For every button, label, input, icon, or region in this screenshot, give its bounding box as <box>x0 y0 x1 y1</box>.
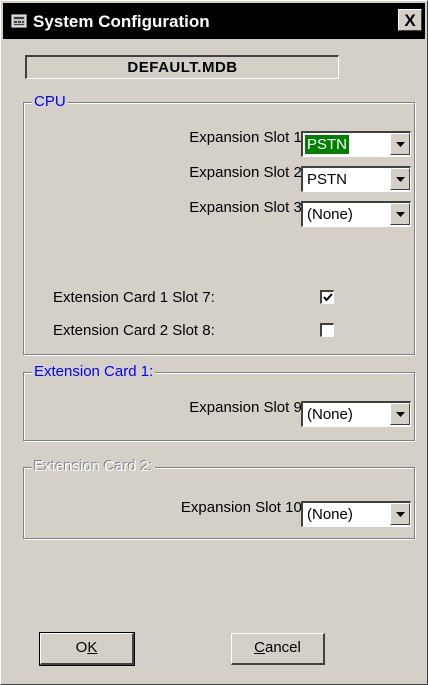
expansion-slot-1-value: PSTN <box>305 135 350 154</box>
window-title: System Configuration <box>33 12 210 31</box>
ok-button-label: K <box>87 639 98 656</box>
chevron-down-icon <box>396 177 405 182</box>
extension-card-1-slot-7-label: Extension Card 1 Slot 7: <box>53 289 215 306</box>
expansion-slot-2-label: Expansion Slot 2: <box>189 164 306 181</box>
system-configuration-window: System Configuration X DEFAULT.MDB CPU E… <box>0 0 428 685</box>
extension-card-1-slot-7-checkbox[interactable] <box>320 290 334 304</box>
expansion-slot-3-value: (None) <box>307 206 353 223</box>
close-icon: X <box>404 11 416 30</box>
expansion-slot-9-label: Expansion Slot 9: <box>189 399 306 416</box>
expansion-slot-1-label: Expansion Slot 1: <box>189 129 306 146</box>
extension-card-2-slot-8-checkbox[interactable] <box>320 323 334 337</box>
expansion-slot-1-dropdown-button[interactable] <box>390 133 410 155</box>
cancel-button[interactable]: Cancel <box>231 633 325 665</box>
expansion-slot-10-label: Expansion Slot 10: <box>180 499 306 516</box>
expansion-slot-1-combobox[interactable]: PSTN <box>301 131 411 157</box>
database-name-display: DEFAULT.MDB <box>25 55 339 79</box>
expansion-slot-9-combobox[interactable]: (None) <box>301 401 411 427</box>
chevron-down-icon <box>396 142 405 147</box>
close-button[interactable]: X <box>398 9 422 31</box>
chevron-down-icon <box>396 212 405 217</box>
checkmark-icon <box>323 293 333 302</box>
expansion-slot-3-combobox[interactable]: (None) <box>301 201 411 227</box>
extension-card-2-groupbox: Extension Card 2: Expansion Slot 10: (No… <box>23 458 415 539</box>
ok-button-mnemonic: O <box>75 639 88 656</box>
title-bar[interactable]: System Configuration X <box>3 3 425 39</box>
expansion-slot-2-value: PSTN <box>307 171 348 188</box>
ok-button[interactable]: OK <box>39 632 135 666</box>
expansion-slot-10-dropdown-button[interactable] <box>390 503 410 525</box>
extension-card-2-legend: Extension Card 2: <box>32 458 156 475</box>
expansion-slot-10-combobox[interactable]: (None) <box>301 501 411 527</box>
cancel-button-label: ancel <box>264 639 301 656</box>
extension-card-1-legend: Extension Card 1: <box>32 363 156 380</box>
expansion-slot-2-combobox[interactable]: PSTN <box>301 166 411 192</box>
expansion-slot-9-dropdown-button[interactable] <box>390 403 410 425</box>
expansion-slot-10-value: (None) <box>307 506 353 523</box>
system-config-app-icon <box>11 14 27 28</box>
chevron-down-icon <box>396 412 405 417</box>
cpu-groupbox: CPU Expansion Slot 1: PSTN Expansion Slo… <box>23 93 415 355</box>
cpu-group-legend: CPU <box>32 93 68 110</box>
expansion-slot-2-dropdown-button[interactable] <box>390 168 410 190</box>
cancel-button-mnemonic: C <box>254 639 265 656</box>
chevron-down-icon <box>396 512 405 517</box>
expansion-slot-3-label: Expansion Slot 3: <box>189 199 306 216</box>
extension-card-1-groupbox: Extension Card 1: Expansion Slot 9: (Non… <box>23 363 415 441</box>
extension-card-2-slot-8-label: Extension Card 2 Slot 8: <box>53 322 215 339</box>
expansion-slot-9-value: (None) <box>307 406 353 423</box>
expansion-slot-3-dropdown-button[interactable] <box>390 203 410 225</box>
